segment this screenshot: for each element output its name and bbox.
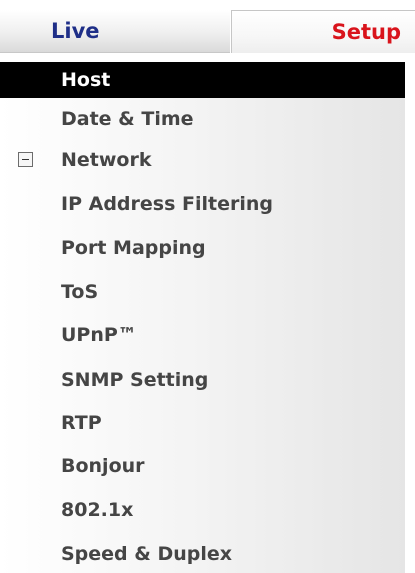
menu-item-network[interactable]: Network: [0, 142, 405, 178]
menu-item-label: Host: [61, 69, 111, 91]
menu-item-snmp-setting[interactable]: SNMP Setting: [0, 362, 405, 398]
minus-square-icon[interactable]: [18, 152, 33, 167]
menu-item-speed-duplex[interactable]: Speed & Duplex: [0, 536, 405, 572]
top-tabs: Live Setup: [0, 0, 415, 56]
menu-item-upnp[interactable]: UPnP™: [0, 317, 405, 353]
setup-menu: Host Date & Time Network IP Address Filt…: [0, 62, 405, 573]
settings-page: Live Setup Host Date & Time Network IP A…: [0, 0, 415, 573]
menu-item-ip-address-filtering[interactable]: IP Address Filtering: [0, 186, 405, 222]
menu-item-label: ToS: [61, 281, 99, 303]
menu-item-port-mapping[interactable]: Port Mapping: [0, 230, 405, 266]
menu-item-label: 802.1x: [61, 499, 134, 521]
menu-item-label: IP Address Filtering: [61, 193, 273, 215]
tab-live-label: Live: [51, 19, 100, 43]
menu-item-label: Port Mapping: [61, 237, 206, 259]
tab-live[interactable]: Live: [0, 10, 230, 53]
menu-item-label: Date & Time: [61, 108, 194, 130]
menu-item-label: Bonjour: [61, 455, 145, 477]
menu-item-label: Speed & Duplex: [61, 543, 233, 565]
menu-item-tos[interactable]: ToS: [0, 274, 405, 310]
menu-item-rtp[interactable]: RTP: [0, 405, 405, 441]
tab-setup[interactable]: Setup: [231, 10, 415, 53]
tab-setup-label: Setup: [331, 20, 401, 44]
menu-item-label: RTP: [61, 412, 102, 434]
menu-item-802-1x[interactable]: 802.1x: [0, 492, 405, 528]
menu-item-label: SNMP Setting: [61, 369, 209, 391]
menu-item-label: UPnP™: [61, 324, 137, 346]
menu-item-date-time[interactable]: Date & Time: [0, 101, 405, 137]
menu-item-host[interactable]: Host: [0, 62, 405, 98]
menu-item-bonjour[interactable]: Bonjour: [0, 448, 405, 484]
menu-item-label: Network: [61, 149, 152, 171]
